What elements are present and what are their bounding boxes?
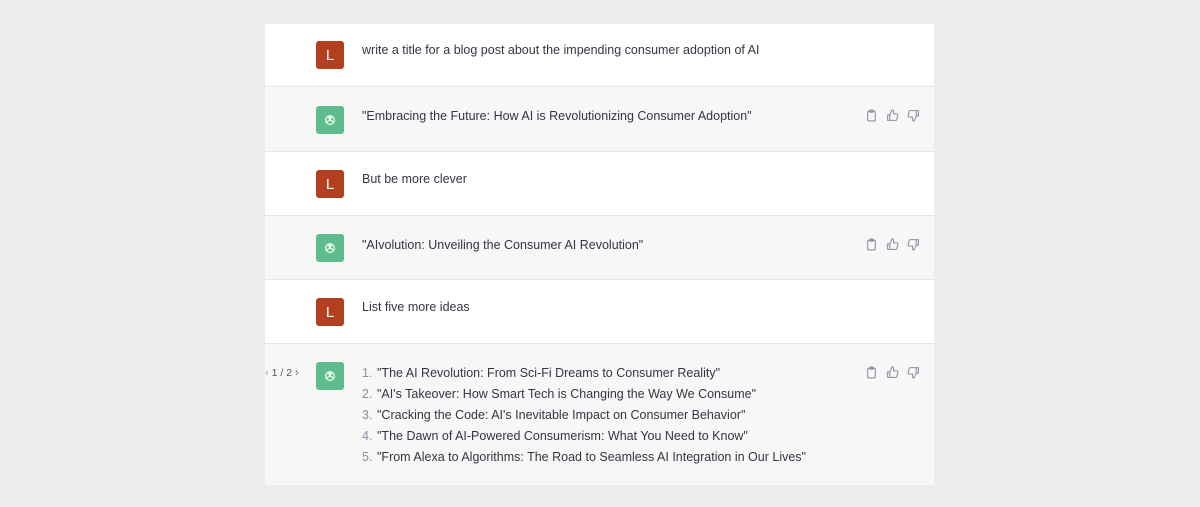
message-text: But be more clever [362, 172, 467, 186]
list-item-text: "AI's Takeover: How Smart Tech is Changi… [377, 387, 757, 401]
list-item: 5. "From Alexa to Algorithms: The Road to… [362, 447, 806, 468]
message-actions [863, 236, 921, 252]
list-number: 2. [362, 387, 373, 401]
clipboard-icon [866, 109, 876, 121]
thumbs-down-icon [907, 109, 919, 121]
assistant-message: "AIvolution: Unveiling the Consumer AI R… [265, 215, 934, 280]
message-text: "AIvolution: Unveiling the Consumer AI R… [362, 238, 644, 252]
message-text: "Embracing the Future: How AI is Revolut… [362, 109, 752, 123]
thumbs-down-icon [907, 238, 919, 250]
thumbs-down-button[interactable] [905, 236, 921, 252]
assistant-avatar [316, 106, 344, 134]
response-pager: ‹ 1 / 2 › [265, 367, 299, 379]
assistant-message: ‹ 1 / 2 › 1. "The AI Revolution: From Sci… [265, 343, 934, 485]
pager-label: 1 / 2 [271, 367, 293, 379]
message-actions [863, 364, 921, 380]
openai-logo-icon [325, 243, 335, 253]
copy-button[interactable] [863, 236, 879, 252]
user-message: L List five more ideas [265, 279, 934, 344]
thumbs-up-button[interactable] [884, 236, 900, 252]
list-item: 4. "The Dawn of AI-Powered Consumerism: W… [362, 426, 806, 447]
openai-logo-icon [325, 115, 335, 125]
thumbs-up-icon [886, 238, 898, 250]
message-text: write a title for a blog post about the … [362, 43, 760, 57]
assistant-avatar [316, 234, 344, 262]
list-item-text: "The AI Revolution: From Sci-Fi Dreams t… [377, 366, 721, 380]
user-message: L But be more clever [265, 151, 934, 216]
user-avatar: L [316, 298, 344, 326]
list-item: 1. "The AI Revolution: From Sci-Fi Dreams… [362, 363, 806, 384]
thumbs-down-button[interactable] [905, 364, 921, 380]
avatar-letter: L [325, 303, 335, 321]
list-number: 5. [362, 450, 373, 464]
list-item: 3. "Cracking the Code: AI's Inevitable Im… [362, 405, 806, 426]
chevron-right-icon[interactable]: › [295, 367, 299, 379]
user-avatar: L [316, 41, 344, 69]
list-number: 3. [362, 408, 373, 422]
list-number: 1. [362, 366, 373, 380]
thumbs-down-button[interactable] [905, 107, 921, 123]
openai-logo-icon [325, 371, 335, 381]
list-item-text: "Cracking the Code: AI's Inevitable Impa… [377, 408, 746, 422]
thumbs-down-icon [907, 366, 919, 378]
copy-button[interactable] [863, 364, 879, 380]
avatar-letter: L [325, 46, 335, 64]
message-text: List five more ideas [362, 300, 470, 314]
clipboard-icon [866, 366, 876, 378]
list-number: 4. [362, 429, 373, 443]
assistant-avatar [316, 362, 344, 390]
chevron-left-icon[interactable]: ‹ [265, 367, 269, 379]
user-avatar: L [316, 170, 344, 198]
copy-button[interactable] [863, 107, 879, 123]
chat-thread: L write a title for a blog post about th… [265, 24, 934, 485]
message-actions [863, 107, 921, 123]
list-item-text: "The Dawn of AI-Powered Consumerism: Wha… [377, 429, 748, 443]
user-message: L write a title for a blog post about th… [265, 24, 934, 86]
list-item: 2. "AI's Takeover: How Smart Tech is Chan… [362, 384, 806, 405]
thumbs-up-button[interactable] [884, 364, 900, 380]
assistant-message: "Embracing the Future: How AI is Revolut… [265, 86, 934, 152]
clipboard-icon [866, 238, 876, 250]
thumbs-up-icon [886, 366, 898, 378]
list-item-text: "From Alexa to Algorithms: The Road to S… [377, 450, 806, 464]
thumbs-up-icon [886, 109, 898, 121]
ideas-list: 1. "The AI Revolution: From Sci-Fi Dreams… [362, 363, 806, 468]
avatar-letter: L [325, 175, 335, 193]
message-list-content: 1. "The AI Revolution: From Sci-Fi Dreams… [362, 363, 806, 468]
thumbs-up-button[interactable] [884, 107, 900, 123]
